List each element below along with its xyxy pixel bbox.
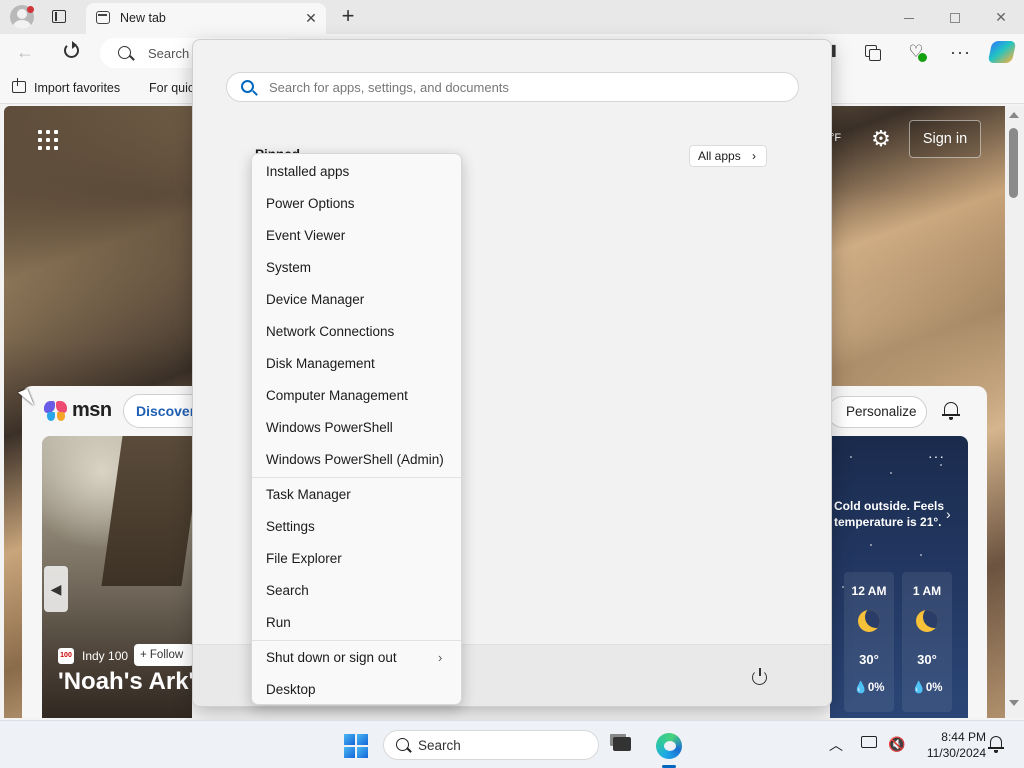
search-icon (241, 80, 254, 93)
tab-actions-icon[interactable] (50, 8, 68, 26)
minimize-button[interactable] (894, 5, 924, 29)
network-icon[interactable] (861, 736, 877, 748)
import-favorites-link[interactable]: Import favorites (34, 81, 120, 95)
settings-more-button[interactable]: ··· (950, 42, 970, 62)
close-window-button[interactable]: ✕ (986, 5, 1016, 29)
start-search-input[interactable]: Search for apps, settings, and documents (226, 72, 799, 102)
notification-center-icon[interactable] (988, 735, 1004, 753)
back-button[interactable]: ← (16, 42, 34, 63)
menu-item-device-manager[interactable]: Device Manager (252, 285, 461, 315)
show-hidden-icons-chevron[interactable]: ︿ (829, 735, 843, 755)
weather-hour-time: 1 AM (912, 584, 942, 598)
power-icon[interactable] (751, 668, 769, 686)
quick-links-folder[interactable]: For quic (149, 81, 194, 95)
clock-date: 11/30/2024 (926, 746, 986, 760)
system-clock[interactable]: 8:44 PM 11/30/2024 (916, 729, 986, 761)
weather-hour-time: 12 AM (851, 584, 887, 598)
menu-item-disk-management[interactable]: Disk Management (252, 349, 461, 379)
all-apps-label: All apps (698, 149, 741, 163)
notifications-bell-icon[interactable] (942, 400, 960, 420)
scroll-down-icon[interactable] (1009, 700, 1019, 706)
moon-icon (858, 610, 880, 632)
taskbar: Search ︿ 🔇 8:44 PM 11/30/2024 (0, 720, 1024, 768)
restore-button[interactable] (940, 5, 970, 29)
start-button-windows-icon[interactable] (344, 734, 368, 758)
tab-new-tab[interactable]: New tab ✕ (86, 3, 326, 34)
taskbar-search-placeholder: Search (418, 738, 461, 753)
menu-item-event-viewer[interactable]: Event Viewer (252, 221, 461, 251)
menu-item-windows-powershell-admin[interactable]: Windows PowerShell (Admin) (252, 445, 461, 475)
task-view-icon[interactable] (613, 737, 631, 751)
collections-icon[interactable] (862, 42, 882, 62)
address-placeholder: Search (148, 46, 190, 61)
news-headline[interactable]: 'Noah's Ark' (58, 668, 192, 696)
weather-card[interactable]: ··· Cold outside. Feels temperature is 2… (830, 436, 968, 718)
weather-hour: 12 AM 30° 💧0% (844, 572, 894, 712)
gear-icon[interactable]: ⚙ (870, 128, 892, 150)
search-icon (396, 738, 409, 751)
app-launcher-icon[interactable] (38, 130, 58, 150)
menu-item-system[interactable]: System (252, 253, 461, 283)
menu-item-network-connections[interactable]: Network Connections (252, 317, 461, 347)
volume-muted-icon[interactable]: 🔇 (888, 736, 905, 753)
menu-item-task-manager[interactable]: Task Manager (252, 480, 461, 510)
weather-hour-precip: 💧0% (853, 682, 885, 694)
weather-hour-precip: 💧0% (911, 682, 943, 694)
search-icon (118, 46, 131, 59)
quick-link-menu: Installed apps Power Options Event Viewe… (251, 153, 462, 705)
weather-hour: 1 AM 30° 💧0% (902, 572, 952, 712)
menu-item-file-explorer[interactable]: File Explorer (252, 544, 461, 574)
news-source-logo: 100 (58, 648, 74, 664)
refresh-icon[interactable] (62, 41, 82, 61)
msn-butterfly-icon (44, 401, 68, 421)
chevron-right-icon: › (752, 149, 756, 163)
import-favorites-icon (12, 78, 26, 93)
all-apps-button[interactable]: All apps › (689, 145, 767, 167)
copilot-icon[interactable] (987, 41, 1017, 63)
moon-icon (916, 610, 938, 632)
personalize-button[interactable]: Personalize (827, 396, 927, 428)
chevron-right-icon: › (438, 650, 443, 665)
close-tab-button[interactable]: ✕ (302, 9, 320, 27)
follow-button[interactable]: + Follow (134, 644, 192, 666)
chevron-right-icon[interactable]: › (946, 506, 951, 522)
scroll-thumb[interactable] (1009, 128, 1018, 198)
menu-item-power-options[interactable]: Power Options (252, 189, 461, 219)
menu-item-desktop[interactable]: Desktop (252, 675, 461, 705)
edge-browser-icon[interactable] (656, 733, 682, 759)
menu-item-search[interactable]: Search (252, 576, 461, 606)
news-card[interactable]: ◀ 100 Indy 100 + Follow 'Noah's Ark' (42, 436, 192, 718)
start-search-placeholder: Search for apps, settings, and documents (269, 80, 509, 95)
taskbar-search-box[interactable]: Search (383, 730, 599, 760)
carousel-prev-button[interactable]: ◀ (44, 566, 68, 612)
weather-hour-temp: 30° (859, 652, 879, 667)
new-tab-page-icon (96, 11, 110, 24)
menu-item-settings[interactable]: Settings (252, 512, 461, 542)
weather-more-button[interactable]: ··· (928, 448, 945, 464)
clock-time: 8:44 PM (941, 730, 986, 744)
tab-title: New tab (120, 11, 166, 25)
profile-notification-dot (27, 6, 34, 13)
menu-separator (252, 477, 461, 478)
menu-item-run[interactable]: Run (252, 608, 461, 638)
scroll-up-icon[interactable] (1009, 112, 1019, 118)
menu-item-shut-down-or-sign-out[interactable]: Shut down or sign out › (252, 643, 461, 673)
menu-item-installed-apps[interactable]: Installed apps (252, 157, 461, 187)
menu-separator (252, 640, 461, 641)
page-scrollbar[interactable] (1005, 106, 1024, 718)
new-tab-button[interactable]: + (336, 5, 360, 29)
browser-tab-strip: New tab ✕ + ✕ (0, 0, 1024, 34)
menu-item-windows-powershell[interactable]: Windows PowerShell (252, 413, 461, 443)
sign-in-button[interactable]: Sign in (909, 120, 981, 158)
msn-logo-text: msn (72, 399, 112, 421)
menu-item-computer-management[interactable]: Computer Management (252, 381, 461, 411)
weather-hour-temp: 30° (917, 652, 937, 667)
menu-item-label: Shut down or sign out (266, 650, 397, 665)
browser-essentials-icon[interactable]: ♡ (906, 42, 927, 62)
weather-message: Cold outside. Feels temperature is 21°. (834, 499, 945, 529)
news-source-name[interactable]: Indy 100 (82, 649, 128, 663)
